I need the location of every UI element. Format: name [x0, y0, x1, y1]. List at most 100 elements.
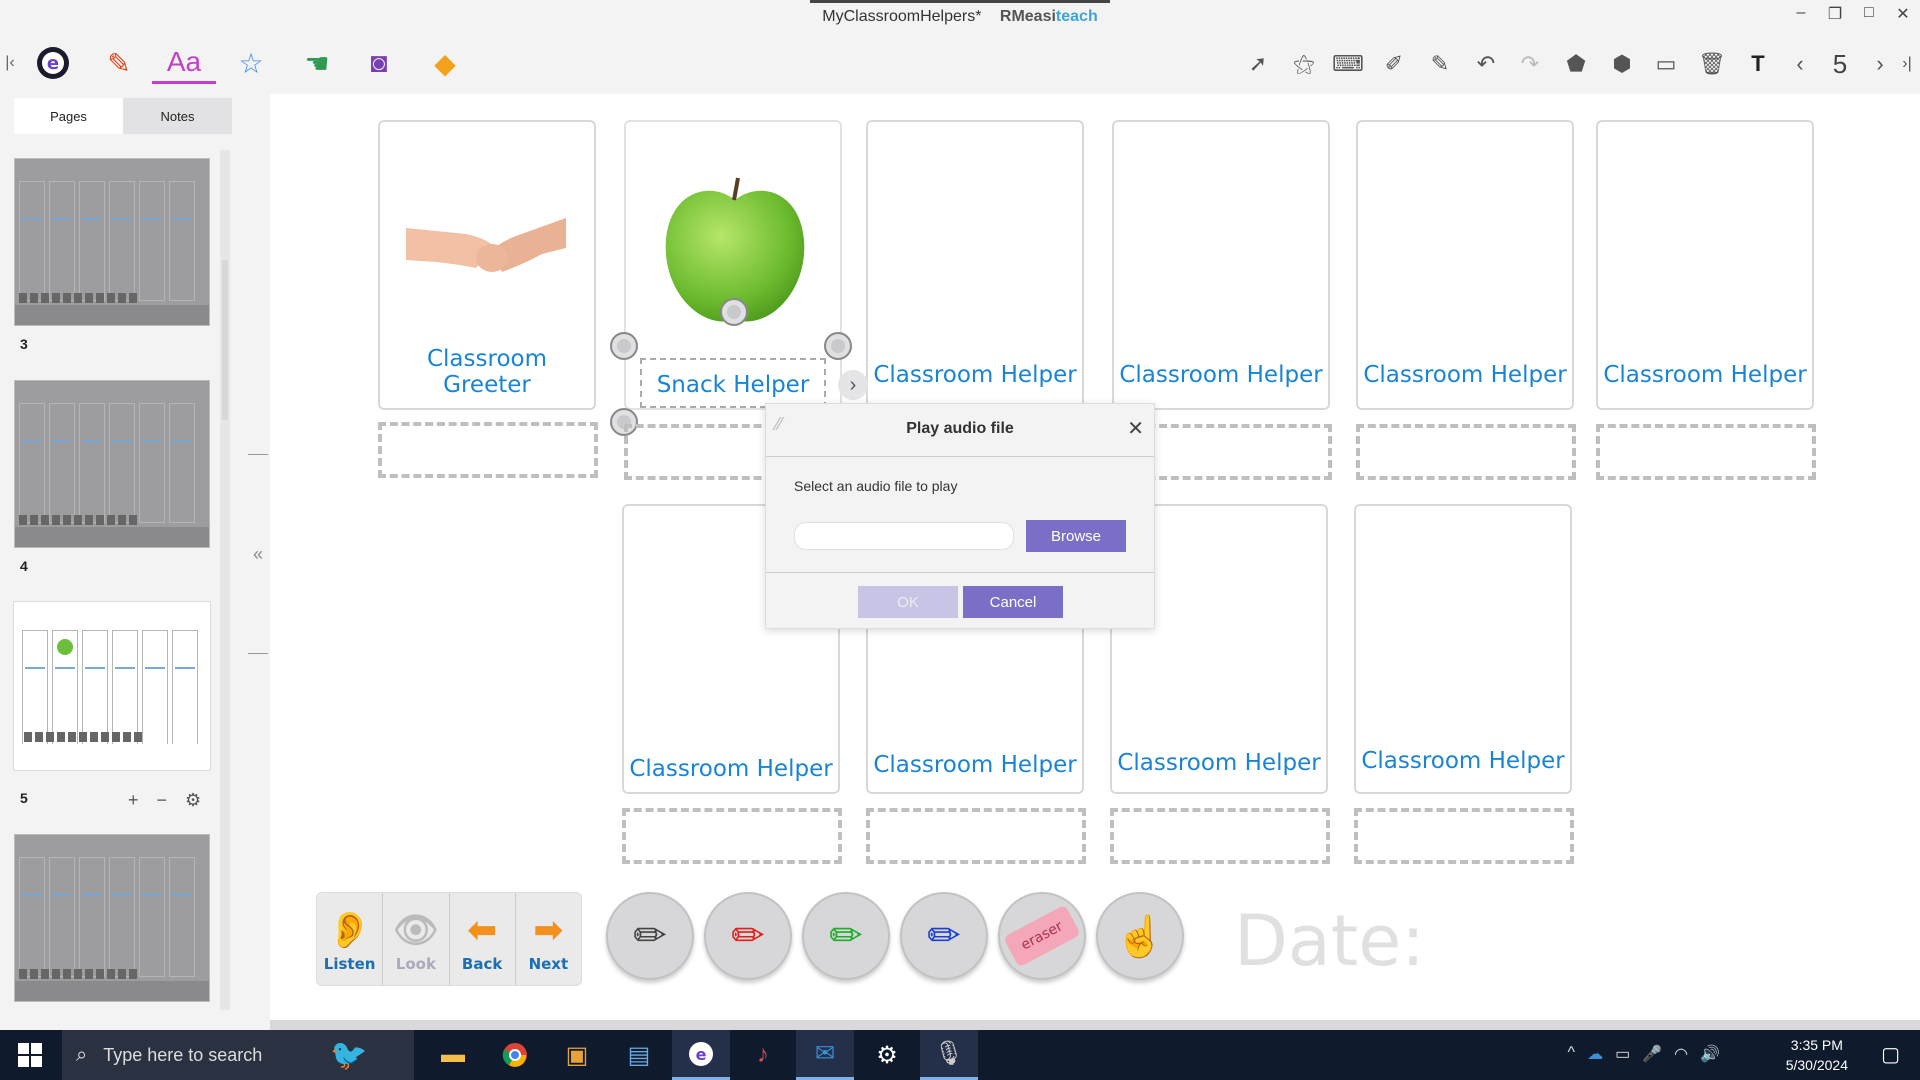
listen-button[interactable]: 👂 Listen	[317, 893, 384, 985]
blue-marker-button[interactable]: ✏	[900, 892, 988, 980]
audio-file-input[interactable]	[794, 522, 1014, 550]
resize-handle[interactable]	[824, 332, 852, 360]
brand-logo: RMeasiteach	[999, 8, 1098, 25]
collapse-toolbar-icon[interactable]: |‹	[0, 42, 20, 84]
red-marker-button[interactable]: ✏	[704, 892, 792, 980]
magic-select-icon[interactable]: ⚝	[1286, 46, 1322, 82]
text-tool-icon[interactable]: T	[1740, 46, 1776, 82]
hand-pointer-icon[interactable]: ☚	[296, 42, 338, 84]
page-thumbnail[interactable]	[14, 380, 210, 548]
keyboard-icon[interactable]: ⌨	[1330, 46, 1366, 82]
settings-icon[interactable]: ⚙	[858, 1030, 916, 1080]
microphone-icon[interactable]: 🎤	[1642, 1044, 1662, 1064]
drop-slot[interactable]	[378, 422, 598, 478]
helper-card[interactable]: Classroom Helper	[866, 120, 1084, 410]
battery-icon[interactable]: ▭	[1615, 1044, 1630, 1064]
object-menu-arrow-icon[interactable]: ›	[838, 370, 868, 400]
volume-icon[interactable]: 🔊	[1700, 1044, 1720, 1064]
chrome-icon[interactable]	[486, 1030, 544, 1080]
page-thumbnail[interactable]	[14, 834, 210, 1002]
eraser-button[interactable]: eraser	[998, 892, 1086, 980]
rotate-handle[interactable]	[720, 298, 748, 326]
horizontal-scrollbar[interactable]	[270, 1020, 1920, 1030]
drop-slot[interactable]	[1356, 424, 1576, 480]
look-button[interactable]: 👁 Look	[383, 893, 450, 985]
camera-icon[interactable]: ◙	[358, 42, 400, 84]
taskbar-clock[interactable]: 3:35 PM 5/30/2024	[1786, 1035, 1848, 1075]
red-marker-icon: ✏	[731, 914, 765, 958]
helper-card[interactable]: Classroom Helper	[1354, 504, 1572, 794]
font-tool-icon[interactable]: Aa	[152, 42, 216, 84]
black-marker-button[interactable]: ✏	[606, 892, 694, 980]
next-button[interactable]: ➡ Next	[516, 893, 581, 985]
maximize-button[interactable]: □	[1852, 4, 1886, 30]
screen-icon[interactable]: ▭	[1648, 46, 1684, 82]
arrow-right-icon: ➡	[533, 910, 564, 951]
onedrive-icon[interactable]: ☁	[1587, 1044, 1603, 1064]
select-arrow-icon[interactable]: ➚	[1240, 46, 1276, 82]
close-icon[interactable]: ✕	[1127, 416, 1144, 441]
restore-button[interactable]: ❐	[1818, 4, 1852, 30]
tab-pages[interactable]: Pages	[14, 98, 123, 134]
pen-icon[interactable]: ✎	[98, 42, 140, 84]
add-content-icon[interactable]: ◆	[424, 42, 466, 84]
windows-start-icon[interactable]	[10, 1040, 50, 1070]
outlook-icon[interactable]: ✉	[796, 1030, 854, 1080]
pen-line-icon[interactable]: ✐	[1376, 46, 1412, 82]
back-button[interactable]: ⬅ Back	[450, 893, 516, 985]
control-panel-icon[interactable]: ▤	[610, 1030, 668, 1080]
green-marker-icon: ✏	[829, 914, 863, 958]
page-settings-icon[interactable]: ⚙	[185, 790, 201, 811]
selection-box[interactable]	[640, 358, 826, 408]
helper-card[interactable]: Classroom Helper	[1112, 120, 1330, 410]
previous-page-icon[interactable]: ‹	[1782, 46, 1818, 82]
resize-handle[interactable]	[610, 332, 638, 360]
expand-toolbar-icon[interactable]: ›|	[1896, 46, 1918, 82]
easiteach-menu-icon[interactable]: e	[32, 42, 74, 84]
page-thumbnail-current[interactable]	[13, 601, 211, 771]
cancel-button[interactable]: Cancel	[963, 586, 1063, 618]
browse-button[interactable]: Browse	[1026, 520, 1126, 552]
redo-icon[interactable]: ↷	[1512, 46, 1548, 82]
drop-slot[interactable]	[622, 808, 842, 864]
add-page-button[interactable]: +	[128, 790, 139, 811]
drop-slot[interactable]	[1110, 808, 1330, 864]
taskbar-search[interactable]: ⌕ Type here to search 🐦	[62, 1030, 414, 1080]
file-explorer-icon[interactable]: ▬	[424, 1030, 482, 1080]
close-button[interactable]: ✕	[1886, 4, 1920, 30]
chevron-up-icon[interactable]: ^	[1568, 1044, 1576, 1064]
notifications-icon[interactable]: ▢	[1881, 1042, 1900, 1067]
collapse-panel-button[interactable]: «	[248, 454, 268, 654]
drop-slot[interactable]	[1596, 424, 1816, 480]
card-label: Classroom Helper	[1363, 362, 1567, 388]
drop-slot[interactable]	[1354, 808, 1574, 864]
ok-button[interactable]: OK	[858, 586, 958, 618]
eraser-icon[interactable]: ⬟	[1558, 46, 1594, 82]
trash-icon[interactable]: 🗑	[1694, 46, 1730, 82]
helper-card[interactable]: Classroom Helper	[1356, 120, 1574, 410]
pages-scrollbar[interactable]	[220, 150, 230, 1010]
star-shapes-icon[interactable]: ☆	[230, 42, 272, 84]
drop-slot[interactable]	[866, 808, 1086, 864]
page-thumbnail[interactable]	[14, 158, 210, 326]
clear-icon[interactable]: ⬢	[1604, 46, 1640, 82]
wifi-icon[interactable]: ◠	[1674, 1044, 1688, 1064]
hand-icon: ☝	[1115, 914, 1165, 959]
highlighter-icon[interactable]: ✎	[1422, 46, 1458, 82]
easiteach-taskbar-icon[interactable]: e	[672, 1030, 730, 1080]
helper-card[interactable]: Classroom Greeter	[378, 120, 596, 410]
microphone-app-icon[interactable]: 🎙	[920, 1030, 978, 1080]
main-toolbar: |‹ e ✎ Aa ☆ ☚ ◙ ◆ ➚ ⚝ ⌨ ✐ ✎ ↶ ↷ ⬟ ⬢ ▭ 🗑 …	[0, 34, 1920, 90]
remove-page-button[interactable]: −	[157, 790, 168, 811]
tab-notes[interactable]: Notes	[123, 98, 232, 134]
pointer-hand-button[interactable]: ☝	[1096, 892, 1184, 980]
dialog-message: Select an audio file to play	[794, 478, 958, 494]
helper-card[interactable]: Classroom Helper	[1596, 120, 1814, 410]
undo-icon[interactable]: ↶	[1468, 46, 1504, 82]
minimize-button[interactable]: –	[1784, 4, 1818, 30]
app-icon[interactable]: ▣	[548, 1030, 606, 1080]
next-page-icon[interactable]: ›	[1862, 46, 1898, 82]
eraser-block: eraser	[1003, 904, 1081, 968]
green-marker-button[interactable]: ✏	[802, 892, 890, 980]
app-icon[interactable]: ♪	[734, 1030, 792, 1080]
